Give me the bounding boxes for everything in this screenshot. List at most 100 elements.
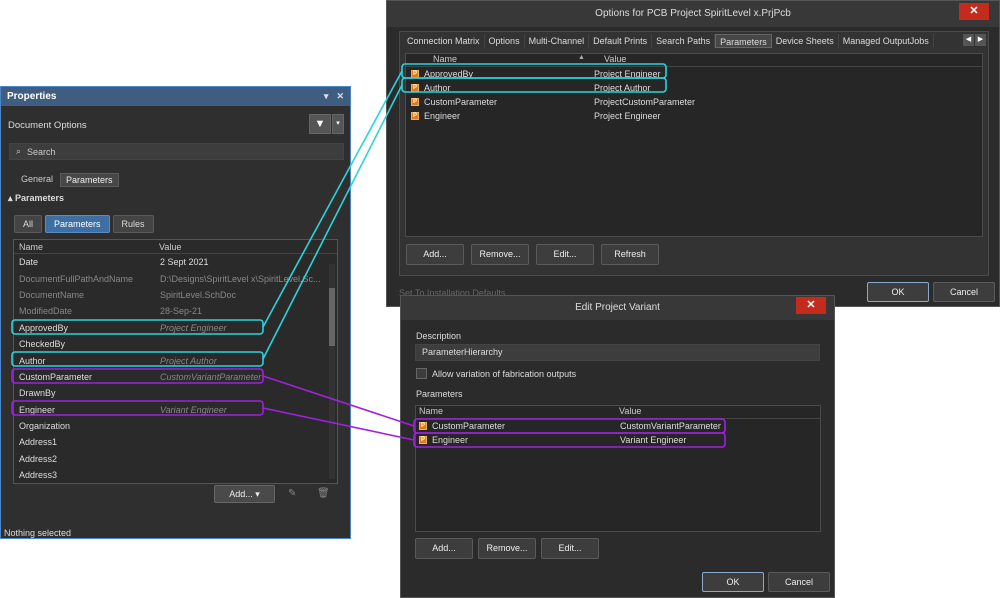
value-column-header[interactable]: Value (619, 406, 641, 418)
row-value: SpiritLevel.SchDoc (160, 289, 237, 300)
filter-all-button[interactable]: All (14, 215, 43, 233)
variant-dialog-title: Edit Project Variant (401, 296, 834, 320)
table-row[interactable]: P CustomParameter CustomVariantParameter (416, 419, 820, 433)
tab-scroll-right-icon[interactable]: ▶ (975, 34, 986, 46)
table-row[interactable]: P Engineer Project Engineer (406, 109, 982, 123)
refresh-button[interactable]: Refresh (601, 244, 659, 265)
scrollbar-thumb[interactable] (329, 288, 335, 346)
parameters-section-header[interactable]: ▴ Parameters (8, 193, 64, 204)
cancel-button[interactable]: Cancel (933, 282, 995, 302)
add-parameter-button[interactable]: Add... ▾ (214, 485, 275, 503)
name-column-header[interactable]: Name (406, 54, 590, 66)
table-row[interactable]: Organization (14, 418, 337, 434)
tab-device-sheets[interactable]: Device Sheets (772, 34, 839, 48)
edit-project-variant-dialog: Edit Project Variant ✕ Description Param… (400, 295, 835, 598)
grid-scrollbar[interactable] (329, 264, 335, 479)
value-column-header[interactable]: Value (590, 54, 626, 66)
row-value: 2 Sept 2021 (160, 257, 209, 268)
close-icon[interactable]: ✕ (959, 3, 989, 20)
table-row[interactable]: DrawnBy (14, 385, 337, 401)
parameter-icon: P (419, 436, 427, 444)
project-parameters-grid: Name ▲ Value P ApprovedBy Project Engineer… (405, 53, 983, 237)
row-value: Project Author (160, 355, 217, 366)
filter-dropdown-icon[interactable]: ▾ (332, 114, 344, 134)
table-row[interactable]: DocumentName SpiritLevel.SchDoc (14, 287, 337, 303)
name-column-header[interactable]: Name (14, 240, 154, 253)
checkbox-label: Allow variation of fabrication outputs (432, 369, 577, 379)
filter-parameters-button[interactable]: Parameters (45, 215, 110, 233)
edit-button[interactable]: Edit... (541, 538, 599, 559)
row-name: DocumentFullPathAndName (19, 273, 134, 284)
row-name: CustomParameter (424, 97, 498, 107)
search-icon: ⌕ (16, 146, 22, 156)
close-icon[interactable]: ✕ (796, 297, 826, 314)
table-row[interactable]: Engineer Variant Engineer (14, 402, 337, 418)
table-row[interactable]: P ApprovedBy Project Engineer (406, 67, 982, 81)
table-row[interactable]: P CustomParameter ProjectCustomParameter (406, 95, 982, 109)
table-row[interactable]: P Engineer Variant Engineer (416, 433, 820, 447)
tab-search-paths[interactable]: Search Paths (652, 34, 716, 48)
table-row[interactable]: CheckedBy (14, 336, 337, 352)
ok-button[interactable]: OK (702, 572, 764, 592)
options-content: Connection Matrix Options Multi-Channel … (399, 31, 989, 276)
table-row[interactable]: CustomParameter CustomVariantParameter (14, 369, 337, 385)
remove-button[interactable]: Remove... (471, 244, 529, 265)
description-label: Description (416, 331, 462, 341)
ok-button[interactable]: OK (867, 282, 929, 302)
search-input[interactable]: ⌕ Search (9, 143, 344, 160)
tab-navigation: ◀ ▶ (963, 34, 986, 46)
options-dialog-title: Options for PCB Project SpiritLevel x.Pr… (387, 1, 999, 27)
row-name: ApprovedBy (19, 322, 69, 333)
table-row[interactable]: P Author Project Author (406, 81, 982, 95)
allow-variation-checkbox[interactable] (416, 368, 427, 379)
table-row[interactable]: DocumentFullPathAndName D:\Designs\Spirit… (14, 270, 337, 286)
close-icon[interactable]: ✕ (336, 91, 344, 102)
row-value: CustomVariantParameter (160, 371, 262, 382)
row-name: Engineer (424, 111, 461, 121)
tab-managed-outputjobs[interactable]: Managed OutputJobs (839, 34, 934, 48)
add-button[interactable]: Add... (415, 538, 473, 559)
remove-button[interactable]: Remove... (478, 538, 536, 559)
parameter-icon: P (411, 98, 419, 106)
tab-general[interactable]: General (16, 173, 58, 187)
tab-scroll-left-icon[interactable]: ◀ (963, 34, 974, 46)
tab-default-prints[interactable]: Default Prints (589, 34, 653, 48)
row-value: D:\Designs\SpiritLevel x\SpiritLevel.Sc.… (160, 273, 321, 284)
description-field[interactable]: ParameterHierarchy (415, 344, 820, 361)
table-row[interactable]: ApprovedBy Project Engineer (14, 320, 337, 336)
row-value: Project Engineer (594, 69, 661, 79)
filter-icon[interactable]: ▼ (309, 114, 331, 134)
table-row[interactable]: Address2 (14, 451, 337, 467)
row-name: Address1 (19, 437, 58, 448)
table-row[interactable]: ModifiedDate 28-Sep-21 (14, 303, 337, 319)
tab-multi-channel[interactable]: Multi-Channel (525, 34, 590, 48)
table-row[interactable]: Address3 (14, 467, 337, 483)
cancel-button[interactable]: Cancel (768, 572, 830, 592)
edit-icon[interactable]: ✎ (288, 488, 296, 499)
tab-connection-matrix[interactable]: Connection Matrix (403, 34, 485, 48)
project-options-dialog: Options for PCB Project SpiritLevel x.Pr… (386, 0, 1000, 307)
grid-header: Name ▲ Value (406, 54, 982, 67)
tab-options[interactable]: Options (485, 34, 525, 48)
row-name: Date (19, 257, 39, 268)
row-name: CheckedBy (19, 339, 66, 350)
table-row[interactable]: Author Project Author (14, 352, 337, 368)
tab-parameters[interactable]: Parameters (715, 34, 772, 48)
edit-button[interactable]: Edit... (536, 244, 594, 265)
filter-rules-button[interactable]: Rules (112, 215, 154, 233)
value-column-header[interactable]: Value (154, 240, 186, 253)
row-name: DrawnBy (19, 388, 56, 399)
table-row[interactable]: Address1 (14, 434, 337, 450)
row-value: Project Author (594, 83, 651, 93)
row-value: Variant Engineer (620, 435, 687, 445)
add-button[interactable]: Add... (406, 244, 464, 265)
table-row[interactable]: Date 2 Sept 2021 (14, 254, 337, 270)
pin-icon[interactable]: ▾ (324, 91, 329, 102)
name-column-header[interactable]: Name (416, 406, 619, 418)
row-name: Engineer (432, 435, 469, 445)
delete-icon[interactable]: 🗑 (317, 488, 330, 499)
properties-tabs: General Parameters (16, 173, 119, 187)
row-name: Address3 (19, 470, 58, 481)
tab-parameters[interactable]: Parameters (60, 173, 119, 187)
search-placeholder: Search (27, 146, 56, 157)
